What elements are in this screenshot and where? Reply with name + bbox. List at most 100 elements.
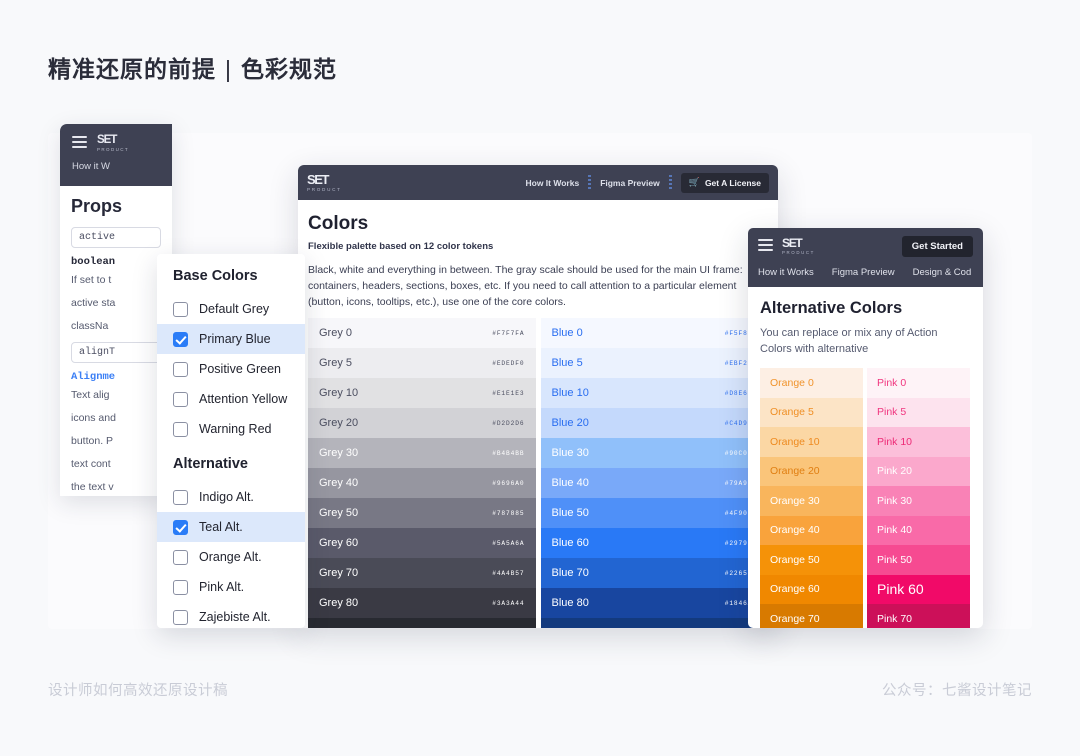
prop-pill-aligntext: alignT bbox=[71, 342, 161, 363]
color-swatch-row[interactable]: Blue 70 #2265D2 bbox=[540, 558, 768, 588]
color-swatch-row[interactable]: Grey 60 #5A5A6A bbox=[308, 528, 536, 558]
alternative-window-navbar: SET PRODUCT Get Started How it Works Fig… bbox=[748, 228, 983, 287]
brand-logo-sub: PRODUCT bbox=[97, 147, 130, 152]
color-swatch-row[interactable]: Blue 80 #1846A0 bbox=[540, 588, 768, 618]
nav-link-figma-preview[interactable]: Figma Preview bbox=[832, 267, 895, 278]
props-heading: Props bbox=[71, 196, 123, 216]
color-swatch-row[interactable]: Blue 60 #2979F6 bbox=[540, 528, 768, 558]
color-swatch-name: Orange 30 bbox=[770, 494, 820, 507]
checkbox-checked-icon[interactable] bbox=[173, 519, 188, 535]
checkbox-row[interactable]: Zajebiste Alt. bbox=[157, 602, 305, 628]
checkbox-unchecked-icon[interactable] bbox=[173, 489, 188, 505]
brand-logo-sub: PRODUCT bbox=[307, 186, 342, 192]
color-swatch-row[interactable]: Blue 50 #4F90F8 bbox=[540, 498, 768, 528]
color-swatch-row[interactable]: Pink 10 bbox=[867, 427, 970, 457]
color-swatch-row[interactable]: Pink 30 bbox=[867, 486, 970, 516]
checkbox-row[interactable]: Warning Red bbox=[157, 414, 305, 444]
color-swatch-row[interactable]: Grey 80 #3A3A44 bbox=[308, 588, 536, 618]
nav-link-how-it-works[interactable]: How it Works bbox=[758, 267, 814, 278]
color-swatch-name: Orange 10 bbox=[770, 435, 820, 448]
checkbox-row[interactable]: Orange Alt. bbox=[157, 542, 305, 572]
color-swatch-row[interactable]: Grey 50 #787885 bbox=[308, 498, 536, 528]
color-swatch-name: Pink 60 bbox=[877, 581, 924, 598]
nav-link-how-it-works[interactable]: How it W bbox=[72, 161, 160, 172]
color-swatch-row[interactable]: Orange 20 bbox=[760, 456, 863, 486]
checkbox-row[interactable]: Attention Yellow bbox=[157, 384, 305, 414]
color-swatch-name: Blue 70 bbox=[551, 567, 589, 579]
brand-logo[interactable]: SET PRODUCT bbox=[97, 134, 130, 152]
color-swatch-row[interactable]: Grey 0 #F7F7FA bbox=[308, 318, 536, 348]
get-started-button[interactable]: Get Started bbox=[901, 236, 973, 257]
hamburger-menu-icon[interactable] bbox=[758, 239, 773, 254]
brand-logo[interactable]: SET PRODUCT bbox=[782, 236, 815, 255]
color-swatch-row[interactable]: Blue 0 #F5F8FF bbox=[540, 318, 768, 348]
checkbox-unchecked-icon[interactable] bbox=[173, 301, 188, 317]
color-swatch-row[interactable]: Pink 40 bbox=[867, 515, 970, 545]
checkbox-row[interactable]: Teal Alt. bbox=[157, 512, 305, 542]
color-swatch-row[interactable]: Blue 40 #79A9F9 bbox=[540, 468, 768, 498]
checkbox-row[interactable]: Pink Alt. bbox=[157, 572, 305, 602]
checkbox-row[interactable]: Default Grey bbox=[157, 294, 305, 324]
base-colors-heading: Base Colors bbox=[173, 268, 258, 284]
color-swatch-row[interactable]: Grey 70 #4A4B57 bbox=[308, 558, 536, 588]
prop-desc2-line-4: text cont bbox=[71, 458, 111, 470]
color-swatch-row[interactable]: Blue 90#133A7E bbox=[540, 618, 768, 628]
color-swatch-row[interactable]: Grey 40 #9696A0 bbox=[308, 468, 536, 498]
colors-window-body: Colors Flexible palette based on 12 colo… bbox=[298, 200, 778, 310]
color-swatch-name: Pink 50 bbox=[877, 553, 913, 566]
color-swatch-row[interactable]: Pink 20 bbox=[867, 456, 970, 486]
prop-desc2-line-1: Text alig bbox=[71, 389, 110, 401]
color-swatch-row[interactable]: Grey 90#282A31 bbox=[308, 618, 536, 628]
color-swatch-row[interactable]: Grey 10 #E1E1E3 bbox=[308, 378, 536, 408]
checkbox-row[interactable]: Positive Green bbox=[157, 354, 305, 384]
color-swatch-name: Blue 80 bbox=[551, 597, 589, 609]
color-filter-panel: Base Colors Default Grey Primary Blue Posi… bbox=[157, 254, 305, 628]
get-a-license-label: Get A License bbox=[704, 177, 761, 188]
color-swatch-row[interactable]: Orange 5 bbox=[760, 397, 863, 427]
checkbox-checked-icon[interactable] bbox=[173, 331, 188, 347]
checkbox-unchecked-icon[interactable] bbox=[173, 609, 188, 625]
color-swatch-row[interactable]: Blue 30 #90C0FA bbox=[540, 438, 768, 468]
checkbox-unchecked-icon[interactable] bbox=[173, 361, 188, 377]
color-swatch-row[interactable]: Pink 50 bbox=[867, 545, 970, 575]
brand-logo-word: SET bbox=[782, 236, 803, 250]
hamburger-menu-icon[interactable] bbox=[72, 136, 87, 151]
color-swatch-row[interactable]: Pink 60 bbox=[867, 574, 970, 604]
checkbox-label: Attention Yellow bbox=[199, 392, 288, 406]
color-scale-columns: Grey 0 #F7F7FA Grey 5 #EDEDF0 Grey 10 #E1E1E3… bbox=[298, 310, 778, 628]
checkbox-row[interactable]: Primary Blue bbox=[157, 324, 305, 354]
nav-link-design-and-code[interactable]: Design & Cod bbox=[913, 267, 972, 278]
color-swatch-name: Pink 70 bbox=[877, 612, 913, 625]
color-swatch-row[interactable]: Orange 70 bbox=[760, 604, 863, 628]
checkbox-unchecked-icon[interactable] bbox=[173, 421, 188, 437]
nav-link-figma-preview[interactable]: Figma Preview bbox=[600, 178, 660, 188]
color-swatch-row[interactable]: Orange 50 bbox=[760, 545, 863, 575]
pink-scale-column: Pink 0 Pink 5 Pink 10 Pink 20 Pink 30 Pink 40… bbox=[867, 368, 970, 628]
color-swatch-row[interactable]: Pink 0 bbox=[867, 368, 970, 398]
checkbox-unchecked-icon[interactable] bbox=[173, 549, 188, 565]
get-a-license-button[interactable]: 🛒 Get A License bbox=[680, 172, 769, 193]
color-swatch-row[interactable]: Pink 5 bbox=[867, 397, 970, 427]
brand-logo-word: SET bbox=[97, 134, 117, 146]
color-swatch-row[interactable]: Orange 30 bbox=[760, 486, 863, 516]
color-swatch-row[interactable]: Blue 10 #D8E6FD bbox=[540, 378, 768, 408]
brand-logo[interactable]: SET PRODUCT bbox=[307, 173, 342, 192]
brand-logo-sub: PRODUCT bbox=[782, 250, 815, 255]
checkbox-label: Default Grey bbox=[199, 302, 270, 316]
color-swatch-row[interactable]: Orange 60 bbox=[760, 574, 863, 604]
checkbox-unchecked-icon[interactable] bbox=[173, 579, 188, 595]
color-swatch-row[interactable]: Orange 40 bbox=[760, 515, 863, 545]
color-swatch-row[interactable]: Orange 10 bbox=[760, 427, 863, 457]
checkbox-unchecked-icon[interactable] bbox=[173, 391, 188, 407]
color-swatch-row[interactable]: Blue 20 #C4D9FC bbox=[540, 408, 768, 438]
color-swatch-row[interactable]: Grey 5 #EDEDF0 bbox=[308, 348, 536, 378]
color-swatch-row[interactable]: Pink 70 bbox=[867, 604, 970, 628]
color-swatch-row[interactable]: Orange 0 bbox=[760, 368, 863, 398]
props-window: SET PRODUCT How it W Props active boolea… bbox=[60, 124, 172, 496]
nav-link-how-it-works[interactable]: How It Works bbox=[526, 178, 580, 188]
checkbox-row[interactable]: Indigo Alt. bbox=[157, 482, 305, 512]
color-swatch-row[interactable]: Grey 20 #D2D2D6 bbox=[308, 408, 536, 438]
color-swatch-row[interactable]: Grey 30 #B4B4BB bbox=[308, 438, 536, 468]
checkbox-label: Pink Alt. bbox=[199, 580, 245, 594]
color-swatch-row[interactable]: Blue 5 #EBF2FE bbox=[540, 348, 768, 378]
